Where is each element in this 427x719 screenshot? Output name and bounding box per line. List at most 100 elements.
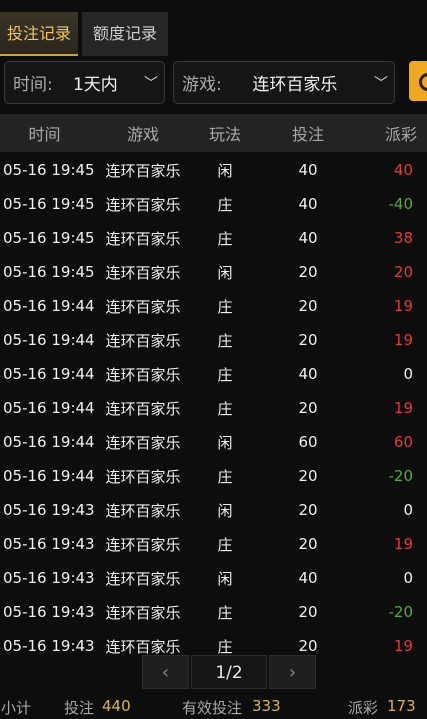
- header-time: 时间: [28, 125, 61, 144]
- row-payout: 40: [393, 161, 413, 179]
- row-bet: 20: [298, 535, 318, 553]
- row-bet: 40: [298, 195, 318, 213]
- search-button[interactable]: [409, 61, 427, 101]
- total-payout-label: 派彩: [348, 699, 379, 717]
- row-play: 庄: [217, 365, 233, 384]
- row-payout: 20: [393, 263, 413, 281]
- valid-bet-label: 有效投注: [182, 699, 243, 717]
- total-bet-label: 投注: [64, 699, 95, 717]
- row-game: 连环百家乐: [105, 569, 181, 588]
- row-time: 05-16 19:45: [3, 229, 95, 247]
- row-bet: 20: [298, 297, 318, 315]
- row-play: 庄: [217, 467, 233, 486]
- row-bet: 20: [298, 467, 318, 485]
- next-page-button[interactable]: ›: [269, 655, 316, 689]
- page-indicator: 1/2: [191, 655, 267, 689]
- row-game: 连环百家乐: [105, 195, 181, 214]
- row-play: 庄: [217, 637, 233, 656]
- header-play: 玩法: [208, 125, 241, 144]
- table-row: 05-16 19:43 连环百家乐 闲 40 0: [0, 561, 427, 595]
- row-play: 庄: [217, 331, 233, 350]
- valid-bet-value: 333: [252, 697, 281, 715]
- row-payout: 19: [393, 297, 413, 315]
- row-play: 闲: [217, 161, 233, 180]
- row-payout: 60: [393, 433, 413, 451]
- row-bet: 40: [298, 569, 318, 587]
- tab-bar: 投注记录 额度记录: [0, 12, 168, 56]
- row-bet: 40: [298, 229, 318, 247]
- time-filter-label: 时间:: [13, 75, 53, 95]
- row-time: 05-16 19:44: [3, 433, 95, 451]
- table-row: 05-16 19:44 连环百家乐 庄 20 19: [0, 289, 427, 323]
- table-row: 05-16 19:44 连环百家乐 庄 40 0: [0, 357, 427, 391]
- pagination: ‹ 1/2 ›: [142, 655, 316, 689]
- row-game: 连环百家乐: [105, 331, 181, 350]
- row-time: 05-16 19:43: [3, 535, 95, 553]
- row-game: 连环百家乐: [105, 399, 181, 418]
- time-filter-select[interactable]: 时间: 1天内 ﹀: [4, 61, 165, 104]
- row-game: 连环百家乐: [105, 603, 181, 622]
- row-game: 连环百家乐: [105, 297, 181, 316]
- row-play: 闲: [217, 433, 233, 452]
- table-row: 05-16 19:45 连环百家乐 闲 40 40: [0, 153, 427, 187]
- row-play: 闲: [217, 501, 233, 520]
- tab-bet-records[interactable]: 投注记录: [0, 12, 78, 56]
- row-bet: 40: [298, 365, 318, 383]
- row-game: 连环百家乐: [105, 365, 181, 384]
- row-bet: 20: [298, 399, 318, 417]
- row-time: 05-16 19:45: [3, 195, 95, 213]
- total-bet-value: 440: [102, 697, 131, 715]
- row-time: 05-16 19:45: [3, 263, 95, 281]
- table-row: 05-16 19:44 连环百家乐 庄 20 19: [0, 391, 427, 425]
- chevron-down-icon: ﹀: [144, 75, 158, 92]
- game-filter-select[interactable]: 游戏: 连环百家乐 ﹀: [173, 61, 395, 104]
- row-time: 05-16 19:44: [3, 331, 95, 349]
- row-payout: -20: [388, 603, 414, 621]
- row-game: 连环百家乐: [105, 467, 181, 486]
- row-time: 05-16 19:44: [3, 297, 95, 315]
- table-row: 05-16 19:43 连环百家乐 庄 20 -20: [0, 595, 427, 629]
- row-payout: 0: [403, 569, 413, 587]
- row-time: 05-16 19:43: [3, 501, 95, 519]
- row-payout: -20: [388, 467, 414, 485]
- row-game: 连环百家乐: [105, 229, 181, 248]
- table-row: 05-16 19:43 连环百家乐 闲 20 0: [0, 493, 427, 527]
- summary-bar: 小计 投注 440 有效投注 333 派彩 173: [0, 695, 427, 719]
- row-payout: 38: [393, 229, 413, 247]
- table-row: 05-16 19:44 连环百家乐 庄 20 19: [0, 323, 427, 357]
- row-time: 05-16 19:44: [3, 467, 95, 485]
- header-payout: 派彩: [384, 125, 417, 144]
- time-filter-value: 1天内: [72, 75, 118, 95]
- header-bet: 投注: [291, 125, 324, 144]
- table-row: 05-16 19:44 连环百家乐 闲 60 60: [0, 425, 427, 459]
- row-payout: -40: [388, 195, 414, 213]
- table-row: 05-16 19:43 连环百家乐 庄 20 19: [0, 527, 427, 561]
- table-row: 05-16 19:44 连环百家乐 庄 20 -20: [0, 459, 427, 493]
- row-time: 05-16 19:43: [3, 569, 95, 587]
- row-bet: 40: [298, 161, 318, 179]
- table-row: 05-16 19:45 连环百家乐 庄 40 38: [0, 221, 427, 255]
- row-play: 庄: [217, 399, 233, 418]
- row-payout: 19: [393, 535, 413, 553]
- row-play: 庄: [217, 535, 233, 554]
- row-play: 庄: [217, 603, 233, 622]
- row-time: 05-16 19:43: [3, 603, 95, 621]
- row-game: 连环百家乐: [105, 161, 181, 180]
- row-play: 庄: [217, 297, 233, 316]
- row-time: 05-16 19:44: [3, 365, 95, 383]
- row-bet: 20: [298, 603, 318, 621]
- prev-page-button[interactable]: ‹: [142, 655, 189, 689]
- records-list: 05-16 19:45 连环百家乐闲 40 40 05-16 19:45 连环百家乐庄 40…: [0, 153, 427, 663]
- row-game: 连环百家乐: [105, 501, 181, 520]
- row-bet: 20: [298, 331, 318, 349]
- row-payout: 19: [393, 399, 413, 417]
- game-filter-label: 游戏:: [182, 75, 222, 95]
- search-icon: [419, 73, 427, 91]
- tab-quota-records[interactable]: 额度记录: [82, 12, 168, 56]
- header-game: 游戏: [126, 125, 159, 144]
- row-play: 庄: [217, 229, 233, 248]
- row-play: 闲: [217, 569, 233, 588]
- row-bet: 20: [298, 501, 318, 519]
- row-game: 连环百家乐: [105, 535, 181, 554]
- chevron-down-icon: ﹀: [374, 75, 388, 92]
